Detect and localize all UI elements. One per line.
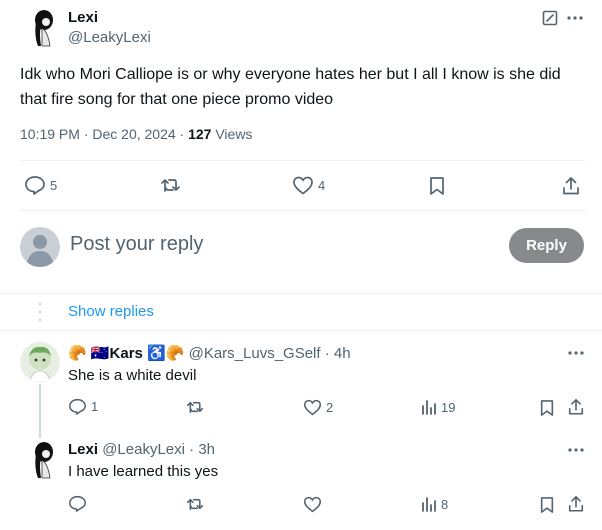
- heart-icon: [303, 399, 322, 416]
- reply1-retweet-action[interactable]: [186, 399, 205, 415]
- reply2-reply-action[interactable]: [68, 495, 87, 512]
- reply2-handle[interactable]: @LeakyLexi: [102, 441, 185, 458]
- reply1-reply-action[interactable]: 1: [68, 398, 98, 415]
- reply1-handle[interactable]: @Kars_Luvs_GSelf: [189, 345, 321, 362]
- reply-action[interactable]: 5: [24, 175, 57, 195]
- author-avatar[interactable]: [28, 8, 56, 48]
- composer-avatar: [20, 227, 60, 267]
- views-icon: [421, 399, 437, 415]
- tweet-time[interactable]: 10:19 PM · Dec 20, 2024 ·: [20, 126, 188, 142]
- heart-icon: [292, 176, 314, 195]
- reply1-header: 🥐 🇦🇺Kars ♿🥐 @Kars_Luvs_GSelf · 4h: [68, 344, 351, 362]
- reply1-like-count: 2: [326, 400, 334, 415]
- share-icon: [567, 398, 585, 416]
- reply2-text: I have learned this yes: [68, 463, 219, 480]
- retweet-icon: [160, 176, 182, 194]
- reply1-time[interactable]: 4h: [334, 345, 351, 362]
- reply2-time[interactable]: 3h: [198, 441, 215, 458]
- author-handle[interactable]: @LeakyLexi: [68, 29, 151, 46]
- divider: [20, 210, 586, 211]
- share-icon: [567, 495, 585, 513]
- reply2-name[interactable]: Lexi: [68, 441, 98, 458]
- divider: [0, 330, 602, 331]
- reply2-avatar[interactable]: [28, 440, 56, 480]
- bookmark-icon: [539, 399, 555, 417]
- reply1-name-prefix[interactable]: 🥐 🇦🇺: [68, 345, 110, 362]
- heart-icon: [303, 496, 322, 513]
- show-replies-link[interactable]: Show replies: [68, 303, 154, 320]
- reply2-views-action[interactable]: 8: [421, 496, 448, 512]
- reply2-sep: ·: [184, 441, 199, 458]
- reply-count: 5: [50, 177, 58, 193]
- reply-button[interactable]: Reply: [509, 228, 584, 263]
- more-options-icon[interactable]: [566, 10, 584, 26]
- thread-line: [39, 384, 41, 438]
- reply1-reply-count: 1: [91, 399, 99, 414]
- divider: [0, 293, 602, 294]
- reply1-sep: ·: [320, 345, 334, 362]
- like-count: 4: [318, 178, 326, 193]
- reply1-avatar[interactable]: [20, 342, 60, 382]
- reply1-bookmark-action[interactable]: [539, 399, 555, 417]
- divider: [20, 160, 586, 161]
- reply1-share-action[interactable]: [567, 398, 585, 416]
- reply2-header: Lexi @LeakyLexi · 3h: [68, 441, 215, 458]
- reply2-like-action[interactable]: [303, 496, 322, 513]
- reply1-name-suffix: ♿🥐: [147, 345, 185, 362]
- views-label: Views: [211, 126, 253, 142]
- bookmark-action[interactable]: [428, 176, 446, 196]
- reply1-more-icon[interactable]: [567, 345, 585, 361]
- views-icon: [421, 496, 437, 512]
- bookmark-icon: [428, 176, 446, 196]
- reply1-views-count: 19: [441, 399, 456, 415]
- author-name[interactable]: Lexi: [68, 9, 98, 26]
- reply2-share-action[interactable]: [567, 495, 585, 513]
- bookmark-icon: [539, 496, 555, 514]
- reply-icon: [68, 495, 87, 512]
- reply1-views-action[interactable]: 19: [421, 399, 455, 415]
- reply1-name[interactable]: Kars: [110, 345, 143, 362]
- retweet-action[interactable]: [160, 176, 182, 194]
- tweet-meta: 10:19 PM · Dec 20, 2024 · 127 Views: [20, 126, 252, 142]
- reply2-more-icon[interactable]: [567, 442, 585, 458]
- share-icon: [561, 176, 581, 196]
- views-count: 127: [188, 126, 212, 142]
- reply-input[interactable]: Post your reply: [70, 233, 490, 256]
- reply-icon: [24, 175, 46, 195]
- tweet-text: Idk who Mori Calliope is or why everyone…: [20, 66, 561, 108]
- reply2-bookmark-action[interactable]: [539, 496, 555, 514]
- reply-icon: [68, 398, 87, 415]
- reply1-like-action[interactable]: 2: [303, 399, 333, 416]
- reply2-views-count: 8: [441, 496, 449, 512]
- retweet-icon: [186, 496, 205, 512]
- share-action[interactable]: [561, 176, 581, 196]
- retweet-icon: [186, 399, 205, 415]
- reply2-retweet-action[interactable]: [186, 496, 205, 512]
- thread-dots: [37, 301, 43, 323]
- reply1-text: She is a white devil: [68, 367, 197, 384]
- like-action[interactable]: 4: [292, 176, 325, 195]
- grok-icon[interactable]: [542, 10, 558, 26]
